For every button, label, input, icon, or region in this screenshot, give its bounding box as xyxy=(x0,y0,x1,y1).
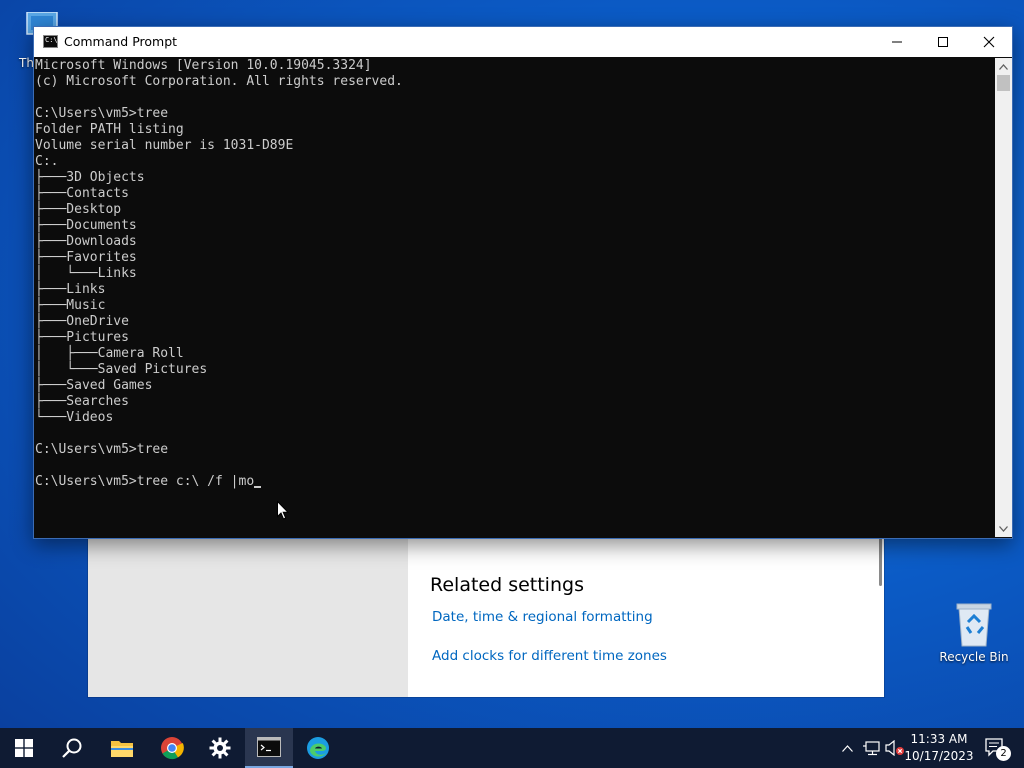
chevron-up-icon xyxy=(999,63,1008,70)
search-button[interactable] xyxy=(48,728,96,768)
settings-scrollbar[interactable] xyxy=(879,538,882,586)
window-title: Command Prompt xyxy=(64,34,178,49)
gear-icon xyxy=(209,737,231,759)
console-line: └───Videos xyxy=(35,410,114,425)
chevron-down-icon xyxy=(999,525,1008,532)
console-line: C:\Users\vm5>tree xyxy=(35,106,169,121)
vertical-scrollbar[interactable] xyxy=(995,58,1012,537)
console-line: │ └───Saved Pictures xyxy=(35,362,208,377)
console-line: ├───Searches xyxy=(35,394,129,409)
console-line: ├───Pictures xyxy=(35,330,129,345)
mouse-pointer-icon xyxy=(277,500,290,524)
console-line: C:\Users\vm5>tree c:\ /f |mo xyxy=(35,474,993,490)
desktop-icon-recycle-bin[interactable]: Recycle Bin xyxy=(938,600,1010,664)
folder-icon xyxy=(111,741,133,757)
link-add-clocks[interactable]: Add clocks for different time zones xyxy=(432,648,667,664)
windows-logo-icon xyxy=(15,739,33,757)
taskbar-command-prompt[interactable] xyxy=(245,728,293,768)
console-output[interactable]: Microsoft Windows [Version 10.0.19045.33… xyxy=(35,58,993,536)
console-line: ├───Music xyxy=(35,298,106,313)
console-line: Volume serial number is 1031-D89E xyxy=(35,138,294,153)
console-line: │ ├───Camera Roll xyxy=(35,346,184,361)
show-hidden-icons-button[interactable] xyxy=(838,728,856,768)
related-settings-heading: Related settings xyxy=(430,574,584,596)
recycle-bin-icon xyxy=(951,600,997,647)
console-line: C:. xyxy=(35,154,59,169)
console-line: Microsoft Windows [Version 10.0.19045.33… xyxy=(35,58,372,73)
console-line: Folder PATH listing xyxy=(35,122,184,137)
taskbar: 11:33 AM 10/17/2023 2 xyxy=(0,728,1024,768)
command-prompt-window[interactable]: C:\ Command Prompt Microsoft Windows [Ve… xyxy=(33,26,1013,539)
chrome-icon xyxy=(161,737,184,760)
console-line: ├───Links xyxy=(35,282,106,297)
cmd-app-icon: C:\ xyxy=(43,35,58,48)
console-line: ├───Desktop xyxy=(35,202,122,217)
search-icon xyxy=(62,738,82,758)
link-date-time-formatting[interactable]: Date, time & regional formatting xyxy=(432,609,653,625)
title-bar[interactable]: C:\ Command Prompt xyxy=(34,27,1012,57)
network-icon xyxy=(863,741,880,756)
taskbar-file-explorer[interactable] xyxy=(98,728,146,768)
start-button[interactable] xyxy=(0,728,48,768)
scroll-thumb[interactable] xyxy=(997,75,1010,91)
network-button[interactable] xyxy=(860,728,882,768)
settings-nav-pane xyxy=(88,536,408,697)
settings-window: Related settings Date, time & regional f… xyxy=(88,536,884,697)
settings-content-pane: Related settings Date, time & regional f… xyxy=(408,536,884,697)
text-cursor xyxy=(254,486,262,488)
minimize-button[interactable] xyxy=(874,27,920,57)
taskbar-settings[interactable] xyxy=(196,728,244,768)
close-button[interactable] xyxy=(966,27,1012,57)
clock-date: 10/17/2023 xyxy=(904,749,974,763)
console-line: ├───3D Objects xyxy=(35,170,145,185)
console-line: ├───Saved Games xyxy=(35,378,153,393)
maximize-icon xyxy=(938,37,948,47)
terminal-icon xyxy=(257,737,281,757)
console-line: ├───OneDrive xyxy=(35,314,129,329)
console-line: │ └───Links xyxy=(35,266,137,281)
desktop-icon-label: Th xyxy=(19,56,34,70)
console-line: ├───Downloads xyxy=(35,234,137,249)
taskbar-edge[interactable] xyxy=(294,728,342,768)
edge-icon xyxy=(307,737,329,759)
console-line: C:\Users\vm5>tree xyxy=(35,442,169,457)
scroll-up-button[interactable] xyxy=(995,58,1012,75)
notification-badge: 2 xyxy=(996,746,1011,761)
taskbar-chrome[interactable] xyxy=(148,728,196,768)
desktop-icon-label: Recycle Bin xyxy=(939,650,1009,664)
scroll-down-button[interactable] xyxy=(995,520,1012,537)
console-line: (c) Microsoft Corporation. All rights re… xyxy=(35,74,403,89)
close-icon xyxy=(983,36,995,48)
clock-time: 11:33 AM xyxy=(910,732,968,746)
maximize-button[interactable] xyxy=(920,27,966,57)
console-line: ├───Favorites xyxy=(35,250,137,265)
minimize-icon xyxy=(892,41,902,43)
action-center-button[interactable]: 2 xyxy=(978,728,1014,768)
console-line: ├───Documents xyxy=(35,218,137,233)
system-clock[interactable]: 11:33 AM 10/17/2023 xyxy=(900,731,978,765)
console-line: ├───Contacts xyxy=(35,186,129,201)
chevron-up-icon xyxy=(841,744,853,752)
